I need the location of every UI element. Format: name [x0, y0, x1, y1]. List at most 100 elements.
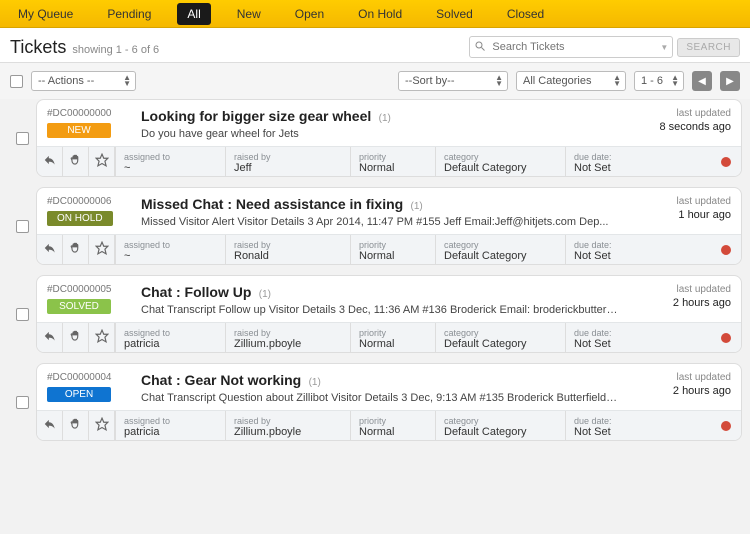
category-label: category — [444, 328, 557, 338]
due-value: Not Set — [574, 162, 733, 174]
due-value: Not Set — [574, 426, 733, 438]
actions-select[interactable]: -- Actions -- ▲▼ — [31, 71, 136, 91]
ticket-id: #DC00000005 — [47, 284, 129, 295]
ticket-subject[interactable]: Chat : Follow Up — [141, 284, 251, 300]
pickup-button[interactable] — [63, 323, 89, 353]
ticket-thread-count: (1) — [411, 201, 423, 212]
star-icon — [95, 329, 109, 346]
chevron-updown-icon: ▲▼ — [613, 75, 621, 87]
due-value: Not Set — [574, 338, 733, 350]
status-badge: SOLVED — [47, 299, 111, 314]
nav-item-all[interactable]: All — [177, 3, 210, 25]
updated-label: last updated — [631, 372, 731, 383]
assigned-value: ~ — [124, 162, 217, 174]
status-badge: ON HOLD — [47, 211, 113, 226]
star-icon — [95, 153, 109, 170]
prev-page-button[interactable]: ◀ — [692, 71, 712, 91]
assigned-value: ~ — [124, 250, 217, 262]
hand-icon — [69, 329, 83, 346]
due-label: due date: — [574, 328, 733, 338]
page-title: Tickets — [10, 37, 66, 58]
category-label: category — [444, 240, 557, 250]
search-icon — [474, 40, 486, 55]
search-button[interactable]: SEARCH — [677, 38, 740, 57]
toolbar: -- Actions -- ▲▼ --Sort by-- ▲▼ All Cate… — [0, 63, 750, 99]
search-dropdown-icon[interactable]: ▼ — [660, 43, 668, 52]
nav-item-pending[interactable]: Pending — [99, 3, 159, 25]
reply-icon — [43, 241, 57, 258]
subheader: Tickets showing 1 - 6 of 6 ▼ SEARCH — [0, 28, 750, 63]
priority-value: Normal — [359, 250, 427, 262]
hand-icon — [69, 417, 83, 434]
ticket-id: #DC00000006 — [47, 196, 129, 207]
raised-label: raised by — [234, 152, 342, 162]
ticket-snippet: Chat Transcript Question about Zillibot … — [141, 392, 619, 404]
nav-item-queue[interactable]: My Queue — [10, 3, 81, 25]
ticket-checkbox[interactable] — [16, 220, 29, 233]
reply-button[interactable] — [37, 235, 63, 265]
star-button[interactable] — [89, 411, 115, 441]
assigned-label: assigned to — [124, 328, 217, 338]
raised-value: Jeff — [234, 162, 342, 174]
actions-select-label: -- Actions -- — [38, 75, 94, 87]
select-all-checkbox[interactable] — [10, 75, 23, 88]
updated-value: 2 hours ago — [631, 385, 731, 397]
due-value: Not Set — [574, 250, 733, 262]
raised-label: raised by — [234, 328, 342, 338]
category-select[interactable]: All Categories ▲▼ — [516, 71, 626, 91]
star-button[interactable] — [89, 147, 115, 177]
priority-label: priority — [359, 328, 427, 338]
raised-label: raised by — [234, 240, 342, 250]
priority-value: Normal — [359, 162, 427, 174]
reply-button[interactable] — [37, 323, 63, 353]
chevron-updown-icon: ▲▼ — [123, 75, 131, 87]
chevron-updown-icon: ▲▼ — [495, 75, 503, 87]
ticket-row: #DC00000004 OPEN Chat : Gear Not working… — [8, 363, 742, 441]
pickup-button[interactable] — [63, 147, 89, 177]
priority-label: priority — [359, 240, 427, 250]
reply-icon — [43, 329, 57, 346]
raised-value: Ronald — [234, 250, 342, 262]
ticket-checkbox[interactable] — [16, 308, 29, 321]
overdue-dot-icon — [721, 421, 731, 431]
category-value: Default Category — [444, 426, 557, 438]
reply-button[interactable] — [37, 147, 63, 177]
due-label: due date: — [574, 240, 733, 250]
range-select[interactable]: 1 - 6 ▲▼ — [634, 71, 684, 91]
ticket-checkbox[interactable] — [16, 396, 29, 409]
raised-label: raised by — [234, 416, 342, 426]
category-value: Default Category — [444, 162, 557, 174]
ticket-row: #DC00000005 SOLVED Chat : Follow Up (1) … — [8, 275, 742, 353]
ticket-subject[interactable]: Looking for bigger size gear wheel — [141, 108, 371, 124]
star-button[interactable] — [89, 323, 115, 353]
chevron-updown-icon: ▲▼ — [671, 75, 679, 87]
ticket-id: #DC00000004 — [47, 372, 129, 383]
page-count: showing 1 - 6 of 6 — [72, 44, 159, 56]
reply-icon — [43, 153, 57, 170]
ticket-subject[interactable]: Missed Chat : Need assistance in fixing — [141, 196, 403, 212]
nav-item-solved[interactable]: Solved — [428, 3, 481, 25]
category-select-label: All Categories — [523, 75, 591, 87]
updated-value: 1 hour ago — [631, 209, 731, 221]
pickup-button[interactable] — [63, 411, 89, 441]
pickup-button[interactable] — [63, 235, 89, 265]
overdue-dot-icon — [721, 333, 731, 343]
nav-item-new[interactable]: New — [229, 3, 269, 25]
sort-select[interactable]: --Sort by-- ▲▼ — [398, 71, 508, 91]
ticket-row: #DC00000006 ON HOLD Missed Chat : Need a… — [8, 187, 742, 265]
search-input[interactable] — [486, 41, 656, 53]
next-page-button[interactable]: ▶ — [720, 71, 740, 91]
nav-item-open[interactable]: Open — [287, 3, 332, 25]
ticket-thread-count: (1) — [379, 113, 391, 124]
updated-label: last updated — [631, 284, 731, 295]
ticket-checkbox[interactable] — [16, 132, 29, 145]
reply-button[interactable] — [37, 411, 63, 441]
search-box[interactable]: ▼ — [469, 36, 673, 58]
star-button[interactable] — [89, 235, 115, 265]
status-badge: NEW — [47, 123, 111, 138]
nav-item-onhold[interactable]: On Hold — [350, 3, 410, 25]
assigned-value: patricia — [124, 426, 217, 438]
star-icon — [95, 417, 109, 434]
nav-item-closed[interactable]: Closed — [499, 3, 552, 25]
ticket-subject[interactable]: Chat : Gear Not working — [141, 372, 301, 388]
